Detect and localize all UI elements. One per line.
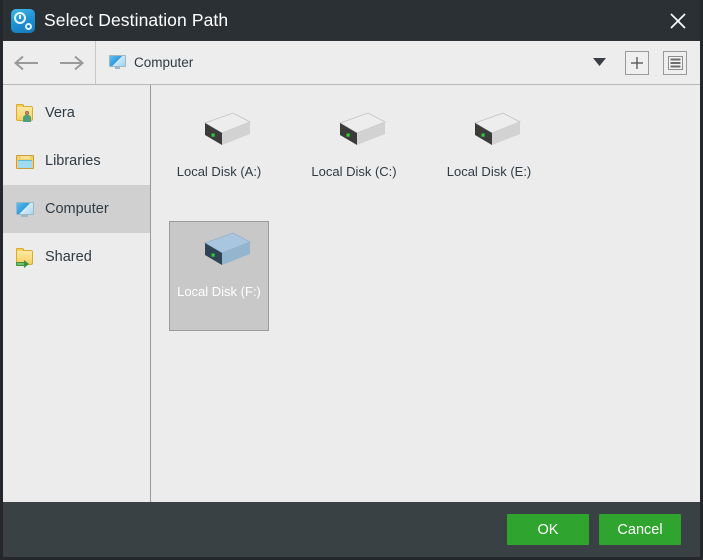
dialog-body: Vera Libraries Computer Shared Local Dis… xyxy=(3,85,700,502)
hard-disk-icon xyxy=(204,232,251,265)
ok-button[interactable]: OK xyxy=(507,514,589,545)
path-breadcrumb[interactable]: Computer xyxy=(96,41,585,84)
sidebar-item-label: Libraries xyxy=(45,153,101,169)
drive-label: Local Disk (E:) xyxy=(446,164,532,179)
hard-disk-icon xyxy=(474,112,521,145)
drive-grid: Local Disk (A:) Local Disk (C:) Local Di… xyxy=(169,101,589,341)
view-mode-button[interactable] xyxy=(663,50,687,75)
computer-monitor-icon xyxy=(109,55,126,70)
sidebar-item-label: Shared xyxy=(45,249,92,265)
new-folder-button[interactable] xyxy=(625,50,649,75)
hard-disk-icon xyxy=(204,112,251,145)
sidebar-item-label: Vera xyxy=(45,105,75,121)
cancel-button[interactable]: Cancel xyxy=(599,514,681,545)
sidebar-item-vera[interactable]: Vera xyxy=(3,89,150,137)
libraries-icon xyxy=(15,152,36,171)
sidebar-item-computer[interactable]: Computer xyxy=(3,185,150,233)
dialog-footer: OK Cancel xyxy=(3,502,700,557)
navigation-toolbar: Computer xyxy=(3,41,700,85)
chevron-down-icon[interactable] xyxy=(585,41,613,84)
user-folder-icon xyxy=(15,103,36,123)
drive-item-e[interactable]: Local Disk (E:) xyxy=(439,101,539,211)
sidebar-item-libraries[interactable]: Libraries xyxy=(3,137,150,185)
arrow-right-icon xyxy=(60,55,85,70)
drive-label: Local Disk (A:) xyxy=(176,164,262,179)
drive-label: Local Disk (C:) xyxy=(311,164,397,179)
plus-icon xyxy=(631,56,643,69)
title-bar: Select Destination Path xyxy=(3,0,700,41)
path-label: Computer xyxy=(134,55,194,70)
sidebar-item-shared[interactable]: Shared xyxy=(3,233,150,281)
close-icon[interactable] xyxy=(656,0,700,41)
places-sidebar: Vera Libraries Computer Shared xyxy=(3,85,151,502)
forward-button[interactable] xyxy=(55,48,89,78)
sidebar-item-label: Computer xyxy=(45,201,109,217)
list-view-icon xyxy=(667,55,683,70)
computer-monitor-icon xyxy=(15,200,36,219)
window-title: Select Destination Path xyxy=(44,10,229,30)
drive-item-f[interactable]: Local Disk (F:) xyxy=(169,221,269,331)
drive-item-c[interactable]: Local Disk (C:) xyxy=(304,101,404,211)
backup-clock-icon xyxy=(11,8,35,33)
select-destination-path-dialog: Select Destination Path Computer Vera Li… xyxy=(0,0,703,560)
shared-folder-icon xyxy=(15,247,36,268)
file-list-panel: Local Disk (A:) Local Disk (C:) Local Di… xyxy=(151,85,700,502)
arrow-left-icon xyxy=(13,55,38,70)
hard-disk-icon xyxy=(339,112,386,145)
back-button[interactable] xyxy=(9,48,43,78)
nav-buttons-group xyxy=(3,41,96,84)
drive-label: Local Disk (F:) xyxy=(177,284,261,299)
drive-item-a[interactable]: Local Disk (A:) xyxy=(169,101,269,211)
